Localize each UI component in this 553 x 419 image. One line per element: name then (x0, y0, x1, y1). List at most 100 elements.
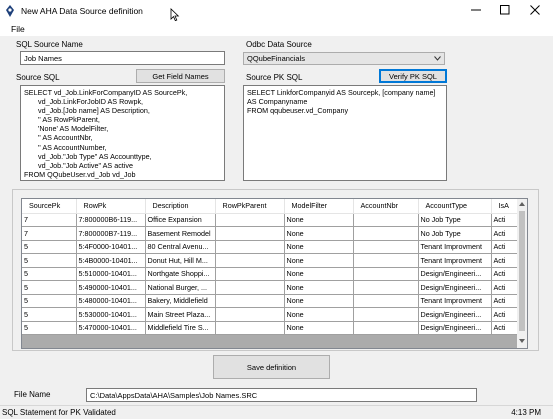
minimize-button[interactable] (461, 0, 491, 20)
table-cell[interactable]: Main Street Plaza... (145, 307, 216, 322)
table-cell[interactable]: None (284, 213, 354, 227)
table-cell[interactable]: Middlefield Tire S... (145, 321, 216, 335)
table-cell[interactable]: 5:470000-10401... (76, 321, 146, 335)
table-cell[interactable]: Design/Engineeri... (418, 321, 492, 335)
table-cell[interactable]: Acti (491, 253, 520, 268)
table-cell[interactable]: 7 (22, 213, 77, 227)
table-cell[interactable]: 5 (22, 267, 77, 281)
table-cell[interactable] (215, 253, 285, 268)
table-cell[interactable] (215, 307, 285, 322)
table-cell[interactable]: None (284, 253, 354, 268)
sql-source-name-input[interactable]: Job Names (20, 51, 225, 65)
table-cell[interactable]: None (284, 267, 354, 281)
table-row[interactable]: 5 5:510000-10401... Northgate Shoppi... Non… (22, 267, 520, 281)
table-cell[interactable]: National Burger, ... (145, 280, 216, 295)
column-header[interactable]: AccountType (418, 199, 492, 214)
table-cell[interactable] (353, 240, 419, 254)
table-cell[interactable]: 7 (22, 226, 77, 241)
table-cell[interactable]: Office Expansion (145, 213, 216, 227)
maximize-button[interactable] (490, 0, 520, 20)
table-cell[interactable]: Acti (491, 280, 520, 295)
table-cell[interactable]: Tenant Improvment (418, 240, 492, 254)
table-cell[interactable]: Bakery, Middlefield (145, 294, 216, 308)
table-cell[interactable] (215, 280, 285, 295)
table-cell[interactable]: Acti (491, 240, 520, 254)
column-header[interactable]: Description (145, 199, 216, 214)
table-cell[interactable] (215, 226, 285, 241)
save-definition-button[interactable]: Save definition (213, 355, 330, 379)
table-cell[interactable] (353, 294, 419, 308)
table-cell[interactable] (215, 213, 285, 227)
table-cell[interactable]: No Job Type (418, 226, 492, 241)
table-cell[interactable]: No Job Type (418, 213, 492, 227)
table-cell[interactable]: Acti (491, 226, 520, 241)
table-cell[interactable]: Design/Engineeri... (418, 307, 492, 322)
table-cell[interactable] (353, 307, 419, 322)
table-cell[interactable]: Tenant Improvment (418, 253, 492, 268)
table-cell[interactable]: Acti (491, 213, 520, 227)
table-cell[interactable]: Acti (491, 321, 520, 335)
table-row[interactable]: 5 5:4F0000-10401... 80 Central Avenu... Non… (22, 240, 520, 254)
table-row[interactable]: 5 5:470000-10401... Middlefield Tire S... N… (22, 321, 520, 335)
table-cell[interactable]: Design/Engineeri... (418, 267, 492, 281)
table-cell[interactable]: 80 Central Avenu... (145, 240, 216, 254)
table-cell[interactable]: None (284, 280, 354, 295)
table-cell[interactable]: 5:530000-10401... (76, 307, 146, 322)
results-grid[interactable]: SourcePk RowPk Description RowPkParent M… (21, 198, 528, 349)
table-cell[interactable] (215, 240, 285, 254)
table-cell[interactable]: Donut Hut, Hill M... (145, 253, 216, 268)
close-button[interactable] (520, 0, 550, 20)
table-cell[interactable] (353, 321, 419, 335)
scroll-up-icon[interactable] (519, 202, 525, 206)
table-row[interactable]: 5 5:530000-10401... Main Street Plaza... No… (22, 307, 520, 322)
column-header[interactable]: AccountNbr (353, 199, 419, 214)
table-cell[interactable]: 5:480000-10401... (76, 294, 146, 308)
menu-file[interactable]: File (11, 24, 25, 34)
table-cell[interactable]: 5:4B0000-10401... (76, 253, 146, 268)
scroll-thumb[interactable] (519, 211, 525, 331)
column-header[interactable]: RowPkParent (215, 199, 285, 214)
table-cell[interactable]: Acti (491, 267, 520, 281)
table-cell[interactable]: None (284, 294, 354, 308)
table-cell[interactable] (215, 294, 285, 308)
table-cell[interactable]: 5 (22, 253, 77, 268)
table-cell[interactable]: 5:4F0000-10401... (76, 240, 146, 254)
table-row[interactable]: 5 5:4B0000-10401... Donut Hut, Hill M... No… (22, 253, 520, 268)
table-cell[interactable]: 7:800000B7-119... (76, 226, 146, 241)
source-sql-textarea[interactable]: SELECT vd_Job.LinkForCompanyID AS Source… (20, 85, 225, 181)
table-cell[interactable]: 5 (22, 321, 77, 335)
table-cell[interactable]: 5:510000-10401... (76, 267, 146, 281)
table-cell[interactable]: None (284, 321, 354, 335)
column-header[interactable]: RowPk (76, 199, 146, 214)
file-name-input[interactable]: C:\Data\AppsData\AHA\Samples\Job Names.S… (86, 388, 477, 402)
table-row[interactable]: 5 5:480000-10401... Bakery, Middlefield Non… (22, 294, 520, 308)
table-cell[interactable] (353, 267, 419, 281)
table-cell[interactable]: Basement Remodel (145, 226, 216, 241)
scroll-down-icon[interactable] (519, 339, 525, 343)
table-cell[interactable]: Northgate Shoppi... (145, 267, 216, 281)
table-cell[interactable]: None (284, 307, 354, 322)
get-field-names-button[interactable]: Get Field Names (136, 69, 225, 83)
table-row[interactable]: 5 5:490000-10401... National Burger, ... No… (22, 280, 520, 295)
table-cell[interactable] (215, 321, 285, 335)
column-header[interactable]: IsA (491, 199, 520, 214)
table-cell[interactable]: None (284, 226, 354, 241)
table-cell[interactable]: 7:800000B6-119... (76, 213, 146, 227)
table-cell[interactable] (215, 267, 285, 281)
source-pk-sql-textarea[interactable]: SELECT LinkforCompanyid AS Sourcepk, [co… (243, 85, 447, 181)
column-header[interactable]: ModelFilter (284, 199, 354, 214)
table-cell[interactable]: Tenant Improvment (418, 294, 492, 308)
table-cell[interactable] (353, 226, 419, 241)
table-cell[interactable]: None (284, 240, 354, 254)
table-cell[interactable]: 5 (22, 307, 77, 322)
odbc-data-source-select[interactable]: QQubeFinancials (243, 52, 445, 65)
table-row[interactable]: 7 7:800000B7-119... Basement Remodel None No… (22, 226, 520, 241)
table-cell[interactable]: Design/Engineeri... (418, 280, 492, 295)
table-cell[interactable] (353, 280, 419, 295)
table-cell[interactable]: 5:490000-10401... (76, 280, 146, 295)
table-cell[interactable]: 5 (22, 280, 77, 295)
table-cell[interactable]: Acti (491, 294, 520, 308)
table-cell[interactable] (353, 253, 419, 268)
grid-vertical-scrollbar[interactable] (517, 199, 527, 348)
table-cell[interactable]: 5 (22, 294, 77, 308)
